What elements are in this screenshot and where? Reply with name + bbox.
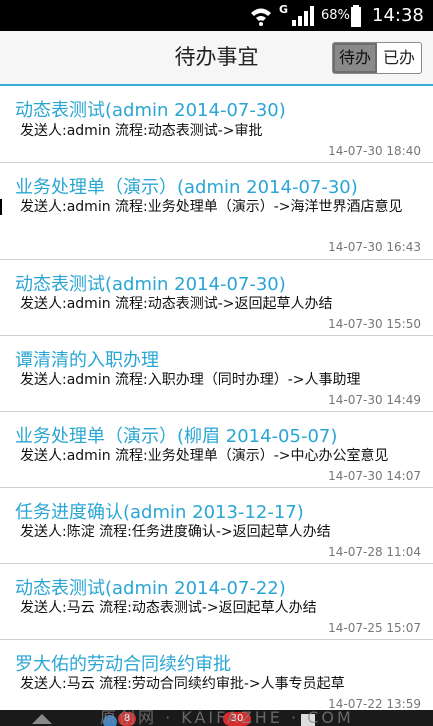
tab-done[interactable]: 已办: [377, 43, 421, 73]
item-description: 发送人:马云 流程:劳动合同续约审批->人事专员起草: [20, 676, 345, 692]
bottom-nav-bar: 8 30 原创网 · KAIFAZHE · COM: [0, 710, 433, 726]
scroll-edge-marker: [0, 199, 2, 215]
item-title: 任务进度确认(admin 2013-12-17): [15, 502, 304, 523]
item-description: 发送人:admin 流程:业务处理单（演示）->海洋世界酒店意见: [20, 199, 403, 215]
item-timestamp: 14-07-30 14:49: [328, 393, 421, 407]
status-bar: G 68% 14:38: [0, 0, 433, 31]
item-title: 业务处理单（演示）(admin 2014-07-30): [15, 177, 358, 198]
item-description: 发送人:马云 流程:动态表测试->返回起草人办结: [20, 600, 317, 616]
item-title: 动态表测试(admin 2014-07-30): [15, 100, 286, 121]
item-timestamp: 14-07-22 13:59: [328, 697, 421, 711]
home-icon[interactable]: [28, 710, 56, 726]
title-bar: 待办事宜 待办 已办: [0, 31, 433, 86]
battery-percent: 68%: [321, 8, 350, 23]
item-description: 发送人:陈淀 流程:任务进度确认->返回起草人办结: [20, 524, 331, 540]
item-timestamp: 14-07-25 15:07: [328, 621, 421, 635]
item-description: 发送人:admin 流程:动态表测试->返回起草人办结: [20, 296, 333, 312]
item-timestamp: 14-07-30 16:43: [328, 240, 421, 254]
list-item[interactable]: 动态表测试(admin 2014-07-22) 发送人:马云 流程:动态表测试-…: [0, 564, 433, 640]
list-item[interactable]: 任务进度确认(admin 2013-12-17) 发送人:陈淀 流程:任务进度确…: [0, 488, 433, 564]
signal-icon: [290, 0, 318, 31]
todo-done-toggle[interactable]: 待办 已办: [332, 42, 422, 74]
clock: 14:38: [372, 5, 424, 26]
tab-todo[interactable]: 待办: [333, 43, 377, 73]
battery-icon: [350, 0, 362, 31]
list-item[interactable]: 罗大佑的劳动合同续约审批 发送人:马云 流程:劳动合同续约审批->人事专员起草 …: [0, 640, 433, 711]
item-timestamp: 14-07-30 18:40: [328, 144, 421, 158]
item-title: 动态表测试(admin 2014-07-30): [15, 274, 286, 295]
network-type-label: G: [279, 3, 289, 16]
list-item[interactable]: 谭清清的入职办理 发送人:admin 流程:入职办理（同时办理）->人事助理 1…: [0, 336, 433, 412]
watermark-text: 原创网 · KAIFAZHE · COM: [100, 710, 354, 726]
item-timestamp: 14-07-28 11:04: [328, 545, 421, 559]
item-description: 发送人:admin 流程:动态表测试->审批: [20, 123, 263, 139]
item-description: 发送人:admin 流程:入职办理（同时办理）->人事助理: [20, 372, 361, 388]
item-description: 发送人:admin 流程:业务处理单（演示）->中心办公室意见: [20, 448, 389, 464]
item-timestamp: 14-07-30 14:07: [328, 469, 421, 483]
item-title: 罗大佑的劳动合同续约审批: [15, 654, 231, 675]
item-timestamp: 14-07-30 15:50: [328, 317, 421, 331]
list-item[interactable]: 业务处理单（演示）(admin 2014-07-30) 发送人:admin 流程…: [0, 163, 433, 260]
item-title: 谭清清的入职办理: [15, 350, 159, 371]
list-item[interactable]: 业务处理单（演示）(柳眉 2014-05-07) 发送人:admin 流程:业务…: [0, 412, 433, 488]
item-title: 动态表测试(admin 2014-07-22): [15, 578, 286, 599]
wifi-icon: [250, 0, 272, 31]
list-item[interactable]: 动态表测试(admin 2014-07-30) 发送人:admin 流程:动态表…: [0, 260, 433, 336]
list-item[interactable]: 动态表测试(admin 2014-07-30) 发送人:admin 流程:动态表…: [0, 86, 433, 163]
item-title: 业务处理单（演示）(柳眉 2014-05-07): [15, 426, 338, 447]
